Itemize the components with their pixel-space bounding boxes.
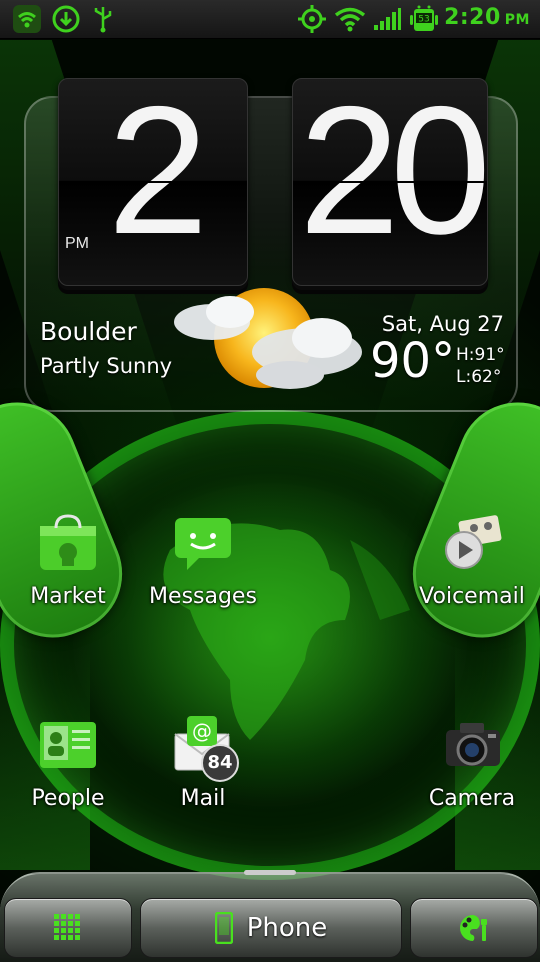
weather-high: H:91° bbox=[456, 345, 505, 365]
app-label: Camera bbox=[428, 786, 516, 811]
download-icon bbox=[50, 4, 82, 34]
app-label: Messages bbox=[149, 584, 257, 609]
shield-icon bbox=[10, 4, 44, 34]
app-drawer-button[interactable] bbox=[4, 898, 132, 958]
flip-seam bbox=[293, 181, 487, 183]
camera-icon bbox=[446, 723, 500, 766]
messages-icon bbox=[175, 518, 231, 570]
gps-icon bbox=[296, 4, 328, 34]
weather-condition: Partly Sunny bbox=[40, 354, 173, 378]
mail-badge: 84 bbox=[201, 744, 239, 782]
hour-flip-card: 2 PM bbox=[58, 78, 248, 286]
market-icon bbox=[40, 514, 96, 570]
phone-icon bbox=[214, 912, 233, 944]
minute-digits: 20 bbox=[298, 78, 487, 272]
minute-flip-card: 20 bbox=[292, 78, 488, 286]
weather-low: L:62° bbox=[456, 367, 502, 387]
flip-seam bbox=[59, 181, 247, 183]
weather-temperature: 90° bbox=[370, 333, 456, 389]
partly-sunny-icon bbox=[174, 288, 362, 389]
clock-ampm: PM bbox=[65, 235, 89, 252]
phone-button[interactable]: Phone bbox=[140, 898, 402, 958]
personalize-icon bbox=[460, 915, 487, 941]
dock-handle[interactable] bbox=[244, 870, 296, 875]
app-drawer-icon bbox=[54, 914, 80, 940]
weather-city: Boulder bbox=[40, 317, 137, 346]
signal-icon bbox=[372, 4, 402, 34]
status-clock: 2:20 PM bbox=[444, 5, 530, 30]
status-bar[interactable]: 53 2:20 PM bbox=[0, 0, 540, 39]
battery-level: 53 bbox=[418, 15, 429, 25]
status-time: 2:20 bbox=[444, 5, 501, 30]
wifi-icon bbox=[334, 4, 366, 34]
usb-icon bbox=[90, 4, 116, 34]
voicemail-icon bbox=[445, 515, 502, 569]
app-label: Mail bbox=[180, 786, 226, 811]
mail-badge-count: 84 bbox=[207, 752, 233, 773]
battery-icon: 53 bbox=[408, 4, 440, 34]
svg-text:@: @ bbox=[192, 719, 212, 743]
personalize-button[interactable] bbox=[410, 898, 538, 958]
status-ampm: PM bbox=[504, 12, 530, 28]
app-label: Voicemail bbox=[419, 584, 525, 609]
people-icon bbox=[40, 722, 96, 768]
phone-label: Phone bbox=[246, 913, 328, 943]
